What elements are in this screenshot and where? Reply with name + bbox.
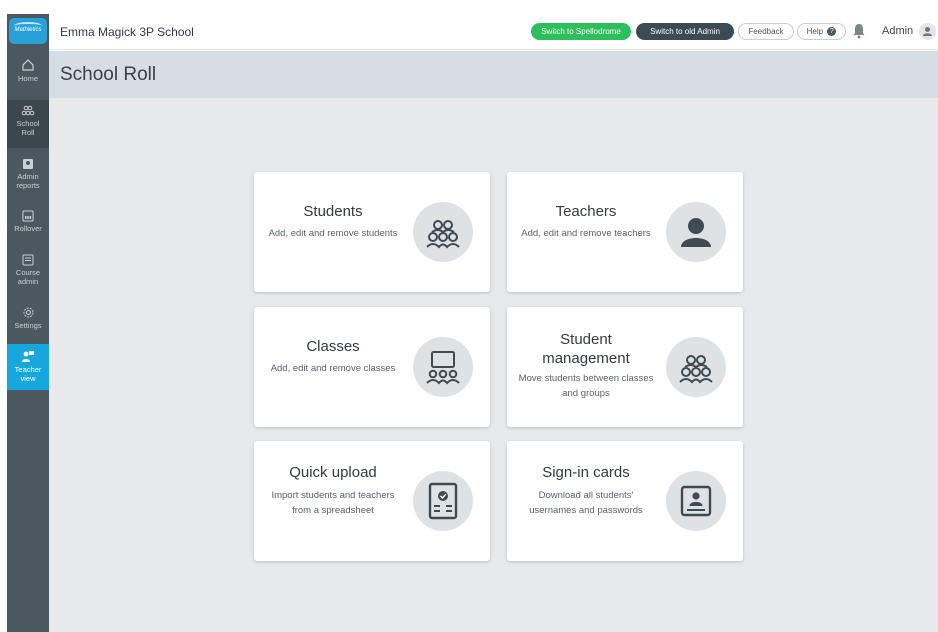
switch-to-spellodrome-button[interactable]: Switch to Spellodrome <box>531 23 631 40</box>
gear-icon <box>23 307 33 318</box>
sidebar-item-home[interactable]: Home <box>7 54 49 96</box>
card-description: Add, edit and remove teachers <box>521 228 651 239</box>
card-title: Students <box>303 203 363 220</box>
student-management-card[interactable]: Student management Move students between… <box>507 307 743 427</box>
card-title: Sign-in cards <box>542 464 630 481</box>
card-title: Teachers <box>555 203 617 220</box>
switch-to-old-admin-button[interactable]: Switch to old Admin <box>636 23 734 40</box>
card-description: Add, edit and remove students <box>268 228 398 239</box>
course-icon <box>22 254 34 266</box>
mathletics-logo[interactable]: Mathletics <box>9 18 47 44</box>
sidebar-item-rollover[interactable]: Rollover <box>7 208 49 244</box>
sidebar-item-school-roll[interactable]: School Roll <box>7 100 49 148</box>
bell-icon[interactable] <box>852 23 866 39</box>
page-header: School Roll <box>49 51 938 98</box>
students-icon <box>413 202 473 262</box>
sign-in-cards-card[interactable]: Sign-in cards Download all students' use… <box>507 441 743 561</box>
avatar[interactable] <box>919 23 936 40</box>
card-description: Download all students' usernames and pas… <box>529 490 643 516</box>
classes-card[interactable]: Classes Add, edit and remove classes <box>254 307 490 427</box>
rollover-icon <box>22 210 34 222</box>
sidebar-item-label: Rollover <box>14 224 42 233</box>
help-label: Help <box>806 27 824 36</box>
feedback-button[interactable]: Feedback <box>738 23 794 40</box>
classroom-icon <box>413 337 473 397</box>
app-window: Mathletics Home School Roll Admin report… <box>0 0 938 632</box>
sidebar-item-label: School Roll <box>16 119 40 137</box>
sidebar-item-settings[interactable]: Settings <box>7 304 49 340</box>
school-name: Emma Magick 3P School <box>60 25 194 39</box>
id-card-icon <box>666 471 726 531</box>
teacher-view-icon <box>22 351 34 362</box>
card-title: Student management <box>542 331 630 367</box>
teacher-icon <box>666 202 726 262</box>
students-icon <box>666 337 726 397</box>
sidebar-item-course-admin[interactable]: Course admin <box>7 252 49 296</box>
report-icon <box>23 159 33 169</box>
card-description: Import students and teachers from a spre… <box>271 490 395 516</box>
upload-document-icon <box>413 471 473 531</box>
students-card[interactable]: Students Add, edit and remove students <box>254 172 490 292</box>
people-icon <box>21 105 35 116</box>
card-title: Quick upload <box>289 464 377 481</box>
sidebar-item-teacher-view[interactable]: Teacher view <box>7 344 49 390</box>
top-bar: Emma Magick 3P School Switch to Spellodr… <box>49 14 938 50</box>
sidebar-item-label: Course admin <box>15 268 41 286</box>
help-button[interactable]: Help ? <box>797 23 846 40</box>
sidebar: Mathletics Home School Roll Admin report… <box>7 14 49 632</box>
admin-user-label[interactable]: Admin <box>882 25 913 37</box>
main-content: Students Add, edit and remove students T… <box>49 98 938 632</box>
teachers-card[interactable]: Teachers Add, edit and remove teachers <box>507 172 743 292</box>
sidebar-item-label: Settings <box>14 321 42 330</box>
card-title: Classes <box>306 338 360 355</box>
sidebar-item-admin-reports[interactable]: Admin reports <box>7 154 49 196</box>
sidebar-item-label: Admin reports <box>16 172 40 190</box>
quick-upload-card[interactable]: Quick upload Import students and teacher… <box>254 441 490 561</box>
help-icon: ? <box>827 27 837 37</box>
page-title: School Roll <box>60 64 157 85</box>
home-icon <box>22 59 34 71</box>
sidebar-item-label: Teacher view <box>14 365 42 383</box>
sidebar-item-label: Home <box>17 74 38 83</box>
card-description: Move students between classes and groups <box>518 373 654 399</box>
card-description: Add, edit and remove classes <box>270 363 396 374</box>
logo-text: Mathletics <box>14 27 42 33</box>
